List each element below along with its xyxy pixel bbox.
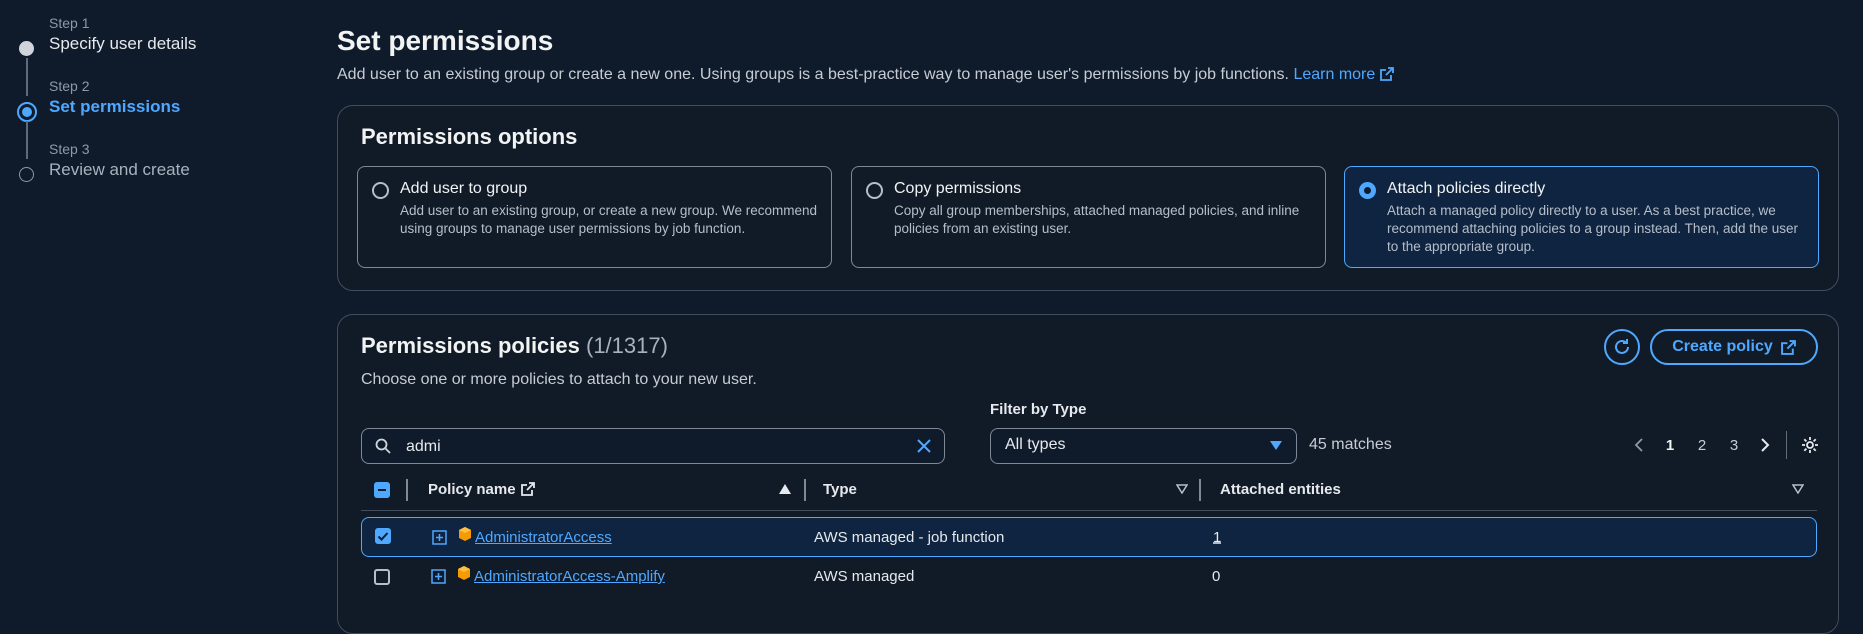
attached-entities-link[interactable]: 1 xyxy=(1213,529,1221,546)
page-2-button[interactable]: 2 xyxy=(1686,437,1718,454)
expand-row-icon[interactable] xyxy=(432,530,447,545)
column-header-label: Policy name xyxy=(428,481,516,498)
radio-button[interactable] xyxy=(866,182,883,199)
create-policy-button[interactable]: Create policy xyxy=(1650,329,1818,365)
aws-managed-policy-icon xyxy=(459,527,471,541)
wizard-stepper: Step 1 Specify user details Step 2 Set p… xyxy=(17,14,318,203)
sort-icon[interactable] xyxy=(1176,484,1188,494)
option-copy-permissions[interactable]: Copy permissions Copy all group membersh… xyxy=(851,166,1326,268)
sort-ascending-icon[interactable] xyxy=(779,484,791,494)
step-set-permissions[interactable]: Step 2 Set permissions xyxy=(17,77,318,159)
policy-search-box[interactable] xyxy=(361,428,945,464)
option-title: Copy permissions xyxy=(894,180,1022,197)
step-name: Set permissions xyxy=(49,97,181,116)
page-3-button[interactable]: 3 xyxy=(1718,437,1750,454)
permissions-policies-title: Permissions policies (1/1317) xyxy=(361,333,668,359)
aws-managed-policy-icon xyxy=(458,566,470,580)
policy-name-link[interactable]: AdministratorAccess xyxy=(475,529,612,546)
indeterminate-icon xyxy=(378,489,386,491)
learn-more-label: Learn more xyxy=(1293,66,1376,83)
table-header-row: Policy name Type Attached entities xyxy=(361,470,1817,511)
option-add-user-to-group[interactable]: Add user to group Add user to an existin… xyxy=(357,166,832,268)
table-row[interactable]: AdministratorAccess AWS managed - job fu… xyxy=(361,517,1817,557)
policy-type: AWS managed xyxy=(814,568,915,585)
chevron-right-icon xyxy=(1761,438,1770,452)
column-divider xyxy=(804,479,806,501)
preferences-button[interactable] xyxy=(1795,436,1825,454)
step-number: Step 3 xyxy=(49,141,90,157)
page-1-button[interactable]: 1 xyxy=(1654,437,1686,454)
external-link-icon xyxy=(520,482,535,496)
step-number: Step 2 xyxy=(49,78,90,94)
column-header-policy-name[interactable]: Policy name xyxy=(428,481,535,498)
pagination: 1 2 3 xyxy=(1624,427,1825,463)
expand-row-icon[interactable] xyxy=(431,569,446,584)
policy-type: AWS managed - job function xyxy=(814,529,1005,546)
step-review-and-create: Step 3 Review and create xyxy=(18,140,318,203)
option-description: Copy all group memberships, attached man… xyxy=(894,203,1300,236)
sort-icon[interactable] xyxy=(1792,484,1804,494)
previous-page-button[interactable] xyxy=(1624,438,1654,452)
step-specify-user-details[interactable]: Step 1 Specify user details xyxy=(18,14,318,96)
column-divider xyxy=(1199,479,1201,501)
policies-table: Policy name Type Attached entities Admin… xyxy=(361,470,1817,601)
create-policy-label: Create policy xyxy=(1672,338,1773,355)
step-active-dot-icon xyxy=(17,102,37,122)
learn-more-link[interactable]: Learn more xyxy=(1293,66,1395,83)
page-description-text: Add user to an existing group or create … xyxy=(337,66,1289,83)
permissions-options-title: Permissions options xyxy=(361,124,578,149)
page-title: Set permissions xyxy=(337,25,554,56)
column-header-type[interactable]: Type xyxy=(823,481,857,498)
policy-search-input[interactable] xyxy=(404,435,888,459)
step-number: Step 1 xyxy=(49,15,90,31)
filter-by-type-label: Filter by Type xyxy=(990,401,1087,418)
option-title: Attach policies directly xyxy=(1387,180,1546,197)
policies-description: Choose one or more policies to attach to… xyxy=(361,371,757,388)
option-description: Add user to an existing group, or create… xyxy=(400,203,817,236)
search-icon xyxy=(375,438,391,454)
select-all-checkbox[interactable] xyxy=(374,482,390,498)
refresh-button[interactable] xyxy=(1604,329,1640,365)
policies-count: (1/1317) xyxy=(586,333,668,358)
permissions-policies-panel: Permissions policies (1/1317) Choose one… xyxy=(337,314,1839,634)
checkmark-icon xyxy=(377,532,389,541)
chevron-left-icon xyxy=(1634,438,1643,452)
option-attach-policies-directly[interactable]: Attach policies directly Attach a manage… xyxy=(1344,166,1819,268)
policy-name-link[interactable]: AdministratorAccess-Amplify xyxy=(474,568,665,585)
external-link-icon xyxy=(1380,67,1395,81)
row-checkbox-checked[interactable] xyxy=(375,528,391,544)
radio-button[interactable] xyxy=(372,182,389,199)
step-name: Specify user details xyxy=(49,34,197,53)
option-description: Attach a managed policy directly to a us… xyxy=(1387,203,1799,254)
permissions-options-panel: Permissions options Add user to group Ad… xyxy=(337,105,1839,291)
radio-button-selected[interactable] xyxy=(1359,182,1376,199)
step-complete-dot-icon xyxy=(19,41,34,56)
step-pending-dot-icon xyxy=(19,167,34,182)
column-header-attached-entities[interactable]: Attached entities xyxy=(1220,481,1341,498)
column-divider xyxy=(406,479,408,501)
step-name: Review and create xyxy=(49,160,190,179)
refresh-icon xyxy=(1615,339,1629,354)
clear-icon[interactable] xyxy=(916,438,932,454)
policies-title-text: Permissions policies xyxy=(361,333,580,358)
next-page-button[interactable] xyxy=(1750,438,1780,452)
caret-down-icon xyxy=(1270,441,1282,450)
row-checkbox[interactable] xyxy=(374,569,390,585)
pagination-divider xyxy=(1786,431,1787,459)
filter-type-value: All types xyxy=(1005,436,1066,453)
table-row[interactable]: AdministratorAccess-Amplify AWS managed … xyxy=(361,561,1817,601)
external-link-icon xyxy=(1780,339,1796,355)
attached-entities-count: 0 xyxy=(1212,568,1221,585)
option-title: Add user to group xyxy=(400,180,528,197)
page-description: Add user to an existing group or create … xyxy=(337,66,1395,84)
filter-type-select[interactable]: All types xyxy=(990,428,1297,464)
matches-count: 45 matches xyxy=(1309,436,1392,453)
gear-icon xyxy=(1802,437,1818,453)
